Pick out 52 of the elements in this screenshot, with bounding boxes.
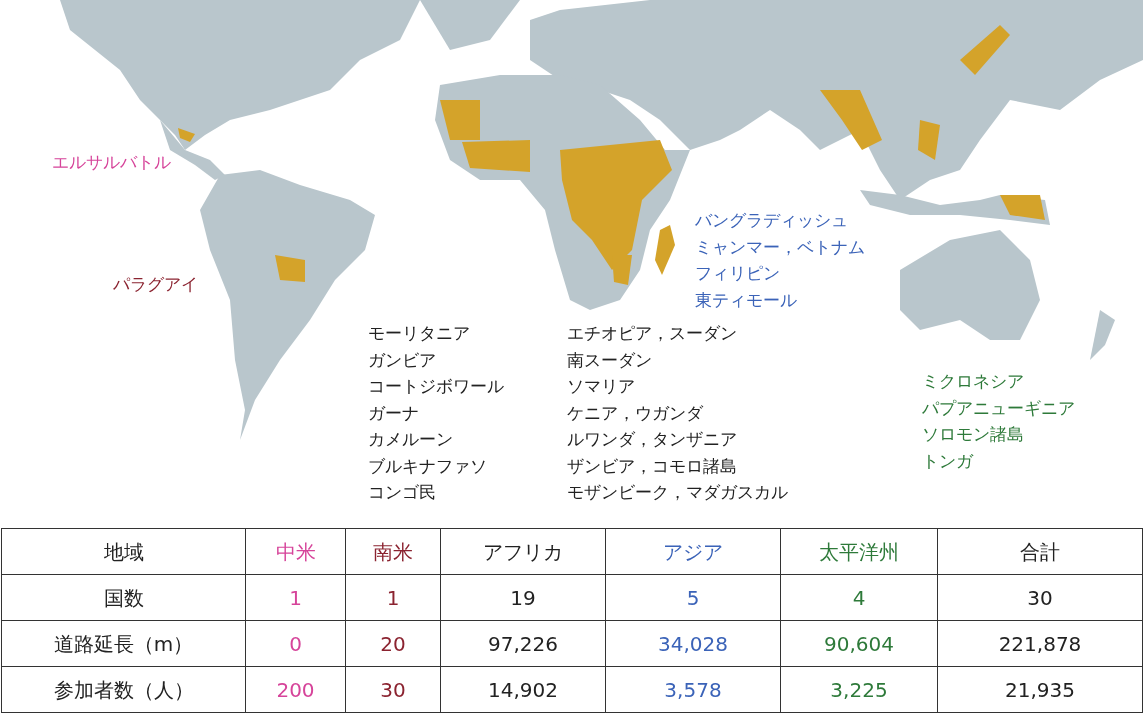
table-cell: 3,578 xyxy=(605,666,781,713)
country-label: バングラディッシュ xyxy=(695,210,848,232)
country-label: コートジボワール xyxy=(368,376,504,398)
country-label: ガンビア xyxy=(368,349,436,372)
table-cell: 97,226 xyxy=(440,620,606,667)
country-label: コンゴ民 xyxy=(368,482,436,504)
table-cell: 221,878 xyxy=(937,620,1143,667)
country-label: 南スーダン xyxy=(567,349,652,372)
country-label: ケニア，ウガンダ xyxy=(567,402,703,425)
country-label: 東ティモール xyxy=(695,289,797,312)
country-label: ミャンマー，ベトナム xyxy=(695,236,865,259)
row-header: 道路延長（m） xyxy=(1,620,246,667)
country-label: ソロモン諸島 xyxy=(922,424,1024,446)
table-cell: 14,902 xyxy=(440,666,606,713)
country-label: パラグアイ xyxy=(113,274,198,296)
table-cell: 30 xyxy=(937,574,1143,621)
column-header: 合計 xyxy=(937,528,1143,575)
country-label: エチオピア，スーダン xyxy=(567,323,737,345)
table-cell: 90,604 xyxy=(780,620,938,667)
row-header: 参加者数（人） xyxy=(1,666,246,713)
country-label: モザンビーク，マダガスカル xyxy=(567,482,788,504)
column-header: 中米 xyxy=(245,528,346,575)
table-cell: 1 xyxy=(345,574,441,621)
country-label: フィリピン xyxy=(695,263,780,285)
table-cell: 34,028 xyxy=(605,620,781,667)
country-label: カメルーン xyxy=(368,429,453,451)
column-header: 南米 xyxy=(345,528,441,575)
table-cell: 200 xyxy=(245,666,346,713)
column-header: 太平洋州 xyxy=(780,528,938,575)
table-cell: 30 xyxy=(345,666,441,713)
column-header: アジア xyxy=(605,528,781,575)
country-label: ブルキナファソ xyxy=(368,455,487,478)
table-cell: 0 xyxy=(245,620,346,667)
country-label: モーリタニア xyxy=(368,323,470,345)
country-label: ガーナ xyxy=(368,402,419,425)
table-cell: 20 xyxy=(345,620,441,667)
country-label: トンガ xyxy=(922,450,973,473)
country-label: エルサルバトル xyxy=(52,152,171,174)
country-label: ソマリア xyxy=(567,376,635,398)
table-cell: 5 xyxy=(605,574,781,621)
row-header: 国数 xyxy=(1,574,246,621)
table-cell: 4 xyxy=(780,574,938,621)
table-cell: 21,935 xyxy=(937,666,1143,713)
table-cell: 3,225 xyxy=(780,666,938,713)
country-label: パプアニューギニア xyxy=(922,397,1075,420)
table-cell: 19 xyxy=(440,574,606,621)
column-header: 地域 xyxy=(1,528,246,575)
column-header: アフリカ xyxy=(440,528,606,575)
country-label: ルワンダ，タンザニア xyxy=(567,429,737,451)
country-label: ミクロネシア xyxy=(922,371,1024,393)
country-label: ザンビア，コモロ諸島 xyxy=(567,455,737,478)
table-cell: 1 xyxy=(245,574,346,621)
